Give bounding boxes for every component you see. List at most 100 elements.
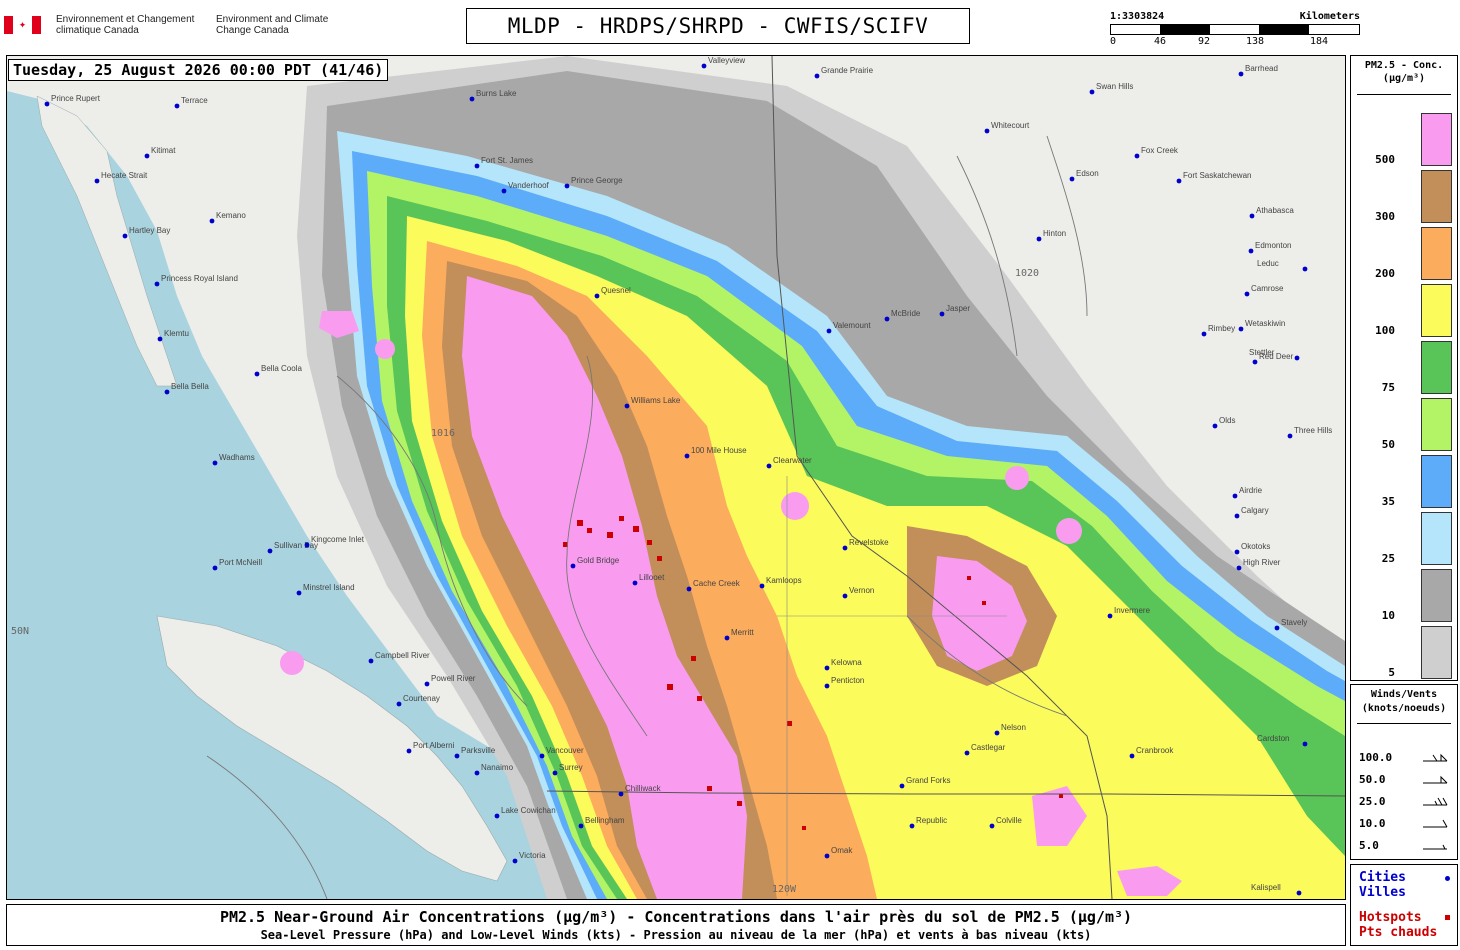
cities-label-en: Cities	[1359, 870, 1406, 885]
city-marker[interactable]	[939, 311, 945, 317]
city-marker[interactable]	[824, 683, 830, 689]
city-marker[interactable]	[122, 233, 128, 239]
city-marker[interactable]	[164, 389, 170, 395]
city-marker[interactable]	[144, 153, 150, 159]
city-marker[interactable]	[842, 545, 848, 551]
city-marker[interactable]	[570, 563, 576, 569]
city-marker[interactable]	[624, 403, 630, 409]
city-marker[interactable]	[494, 813, 500, 819]
city-marker[interactable]	[824, 853, 830, 859]
city-marker[interactable]	[1089, 89, 1095, 95]
city-marker[interactable]	[1244, 291, 1250, 297]
city-marker[interactable]	[1234, 549, 1240, 555]
city-marker[interactable]	[368, 658, 374, 664]
city-marker[interactable]	[1036, 236, 1042, 242]
city-marker[interactable]	[989, 823, 995, 829]
city-marker[interactable]	[1238, 326, 1244, 332]
scale-tick: 92	[1198, 36, 1211, 47]
city-marker[interactable]	[984, 128, 990, 134]
city-marker[interactable]	[884, 316, 890, 322]
city-marker[interactable]	[842, 593, 848, 599]
city-marker[interactable]	[296, 590, 302, 596]
city-marker[interactable]	[512, 858, 518, 864]
city-marker[interactable]	[539, 753, 545, 759]
city-marker[interactable]	[406, 748, 412, 754]
city-label: Nelson	[1001, 723, 1026, 732]
city-marker[interactable]	[1238, 71, 1244, 77]
city-marker[interactable]	[684, 453, 690, 459]
city-marker[interactable]	[212, 565, 218, 571]
city-marker[interactable]	[1296, 890, 1302, 896]
city-label: Olds	[1219, 416, 1235, 425]
city-marker[interactable]	[1234, 513, 1240, 519]
city-marker[interactable]	[1274, 625, 1280, 631]
city-marker[interactable]	[766, 463, 772, 469]
city-marker[interactable]	[209, 218, 215, 224]
pm25-legend-title: PM2.5 - Conc.	[1364, 60, 1444, 71]
city-label: 100 Mile House	[691, 446, 747, 455]
city-marker[interactable]	[1252, 359, 1258, 365]
city-marker[interactable]	[469, 96, 475, 102]
city-marker[interactable]	[899, 783, 905, 789]
city-marker[interactable]	[1212, 423, 1218, 429]
city-marker[interactable]	[1236, 565, 1242, 571]
city-label: Stavely	[1281, 618, 1307, 627]
city-marker[interactable]	[1176, 178, 1182, 184]
city-marker[interactable]	[424, 681, 430, 687]
city-marker[interactable]	[157, 336, 163, 342]
city-label: Wadhams	[219, 453, 255, 462]
legend-swatch	[1421, 398, 1452, 451]
city-marker[interactable]	[814, 73, 820, 79]
city-marker[interactable]	[1294, 355, 1300, 361]
city-marker[interactable]	[701, 63, 707, 69]
city-marker[interactable]	[759, 583, 765, 589]
city-marker[interactable]	[1232, 493, 1238, 499]
city-label: Kingcome Inlet	[311, 535, 365, 544]
city-marker[interactable]	[594, 293, 600, 299]
city-marker[interactable]	[1129, 753, 1135, 759]
city-marker[interactable]	[1302, 266, 1308, 272]
city-marker[interactable]	[686, 586, 692, 592]
city-marker[interactable]	[1287, 433, 1293, 439]
city-marker[interactable]	[1249, 213, 1255, 219]
city-marker[interactable]	[1069, 176, 1075, 182]
legend-swatch	[1421, 512, 1452, 565]
city-marker[interactable]	[724, 635, 730, 641]
city-marker[interactable]	[1201, 331, 1207, 337]
city-marker[interactable]	[154, 281, 160, 287]
city-marker[interactable]	[474, 770, 480, 776]
city-label: Merritt	[731, 628, 754, 637]
city-marker[interactable]	[1248, 248, 1254, 254]
city-marker[interactable]	[564, 183, 570, 189]
city-marker[interactable]	[454, 753, 460, 759]
city-marker[interactable]	[1302, 741, 1308, 747]
city-marker[interactable]	[44, 101, 50, 107]
city-marker[interactable]	[267, 548, 273, 554]
city-marker[interactable]	[618, 791, 624, 797]
city-marker[interactable]	[212, 460, 218, 466]
city-marker[interactable]	[964, 750, 970, 756]
latitude-label: 50N	[11, 626, 29, 637]
city-marker[interactable]	[1107, 613, 1113, 619]
city-marker[interactable]	[552, 770, 558, 776]
city-marker[interactable]	[304, 542, 310, 548]
city-marker[interactable]	[1134, 153, 1140, 159]
city-marker[interactable]	[94, 178, 100, 184]
dispersion-map[interactable]: 50N 120W 1016 1020 Prince Rupert Terrace H…	[6, 55, 1346, 900]
legend-bin-label: 300	[1375, 210, 1395, 223]
city-marker[interactable]	[994, 730, 1000, 736]
city-marker[interactable]	[396, 701, 402, 707]
city-marker[interactable]	[826, 328, 832, 334]
city-marker[interactable]	[909, 823, 915, 829]
city-marker[interactable]	[254, 371, 260, 377]
city-marker[interactable]	[174, 103, 180, 109]
city-label: Klemtu	[164, 329, 189, 338]
smoke-500-west-coast-2	[375, 339, 395, 359]
city-marker[interactable]	[474, 163, 480, 169]
city-marker[interactable]	[501, 188, 507, 194]
city-marker[interactable]	[824, 665, 830, 671]
city-marker[interactable]	[578, 823, 584, 829]
city-marker[interactable]	[632, 580, 638, 586]
hotspots-label-fr: Pts chauds	[1359, 925, 1438, 940]
city-label: Camrose	[1251, 284, 1284, 293]
